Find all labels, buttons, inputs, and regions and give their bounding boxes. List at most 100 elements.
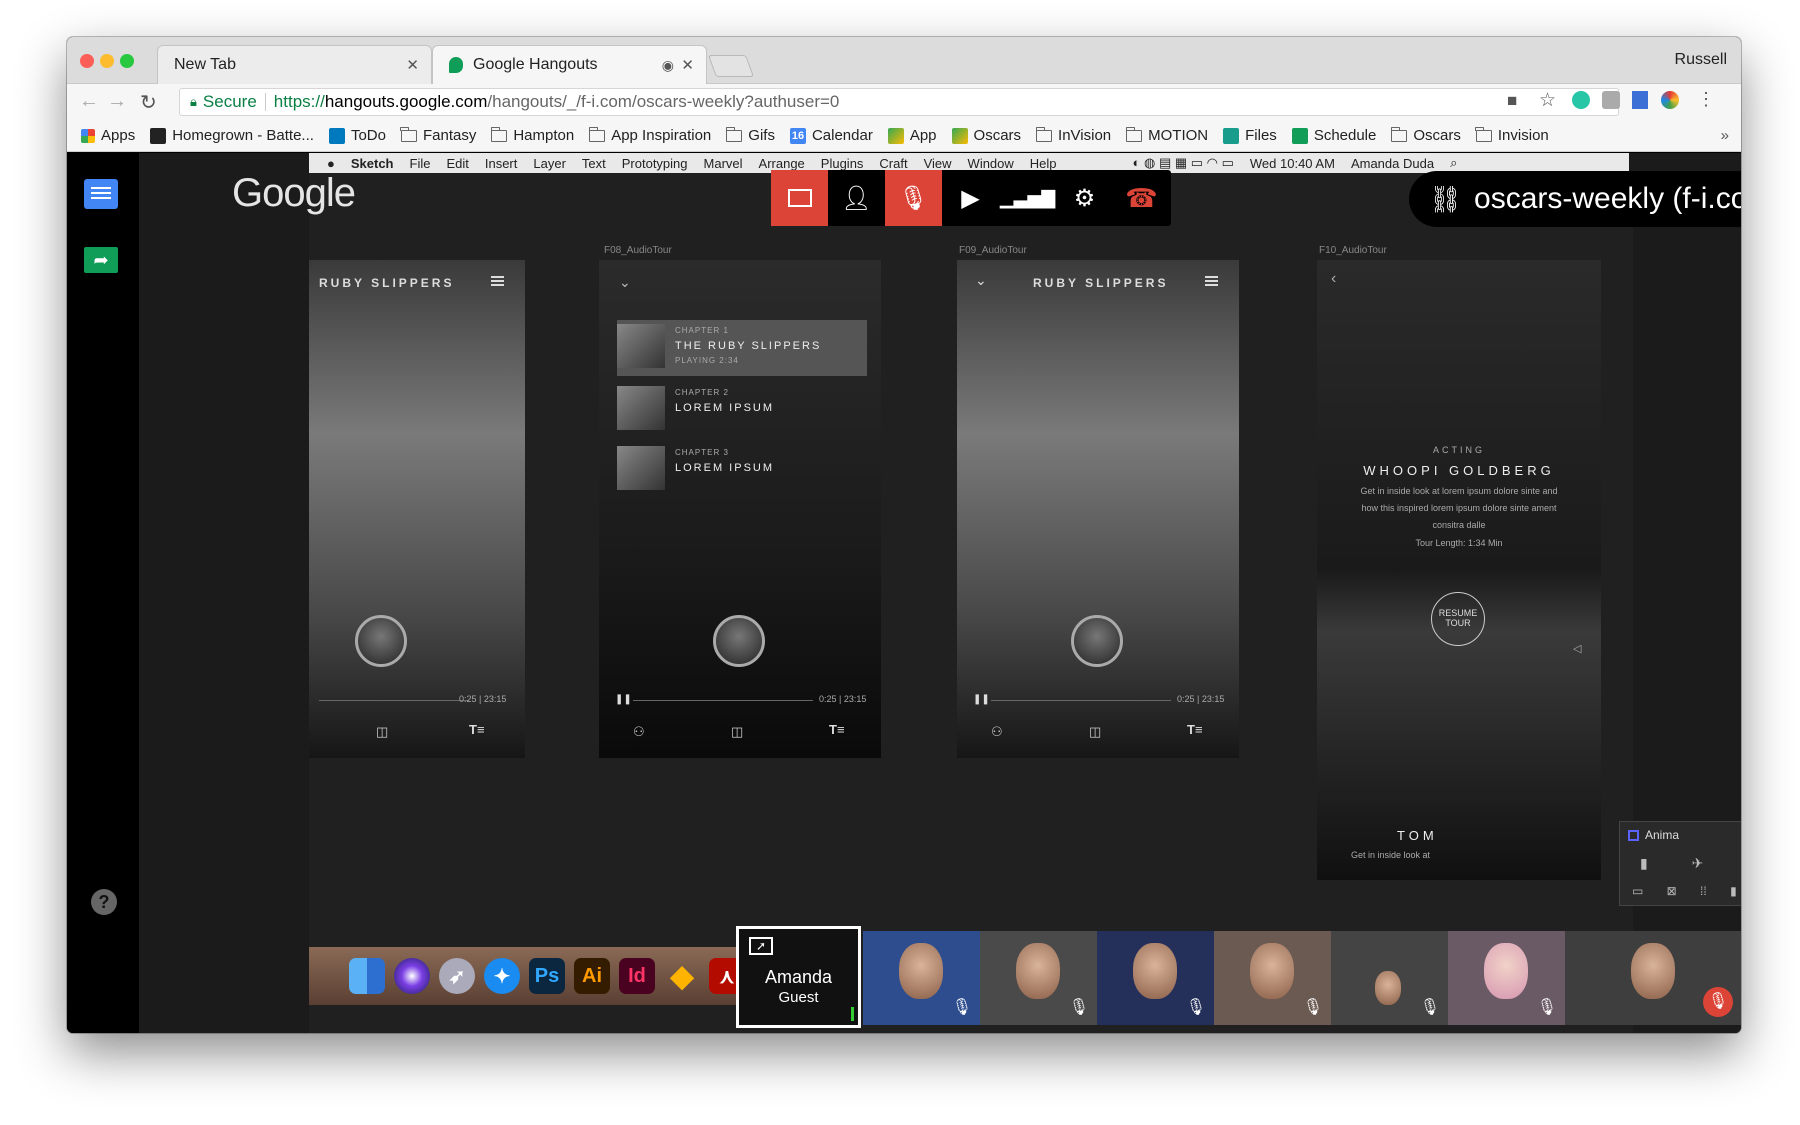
color-picker-extension-icon[interactable] (1661, 91, 1679, 109)
apps-grid-icon (81, 128, 95, 143)
menu-user: Amanda Duda (1350, 155, 1435, 171)
bookmark-invision[interactable]: InVision (1035, 126, 1111, 144)
bookmark-apps[interactable]: Apps (81, 127, 135, 144)
present-button[interactable] (771, 170, 828, 226)
hang-up-button[interactable]: ☎ (1113, 170, 1170, 226)
bookmark-extension-icon[interactable] (1632, 91, 1648, 109)
bandwidth-button[interactable]: ▁▃▅▇ (999, 170, 1056, 226)
pause-icon: ❚❚ (973, 694, 990, 705)
chevron-down-icon: ⌄ (619, 274, 631, 290)
address-bar[interactable]: 🔒︎ Secure https:// hangouts.google.com /… (179, 88, 1619, 116)
bookmark-fantasy[interactable]: Fantasy (400, 126, 476, 144)
mute-mic-button[interactable]: 🎙︎ (885, 170, 942, 226)
bookmark-motion[interactable]: MOTION (1125, 126, 1208, 144)
self-video-tile[interactable]: ➚ Amanda Guest (736, 926, 861, 1028)
participant-tile[interactable]: 🎙︎ (1448, 931, 1565, 1025)
tab-google-hangouts[interactable]: Google Hangouts ◉ ✕ (432, 45, 707, 84)
mic-off-icon: 🎙︎ (1068, 999, 1089, 1016)
chapter-thumbnail (617, 324, 665, 368)
minimize-window-button[interactable] (100, 54, 114, 68)
profile-name[interactable]: Russell (1675, 51, 1727, 69)
text-size-icon: T≡ (469, 722, 485, 737)
new-tab-button[interactable] (707, 55, 755, 77)
extension-m-icon[interactable] (1572, 91, 1590, 109)
camera-icon: ◫ (376, 724, 389, 739)
lock-icon: 🔒︎ (190, 94, 197, 109)
folder-icon (1125, 126, 1143, 142)
add-people-button[interactable]: 👤︎ (828, 170, 885, 226)
photoshop-icon: Ps (529, 958, 565, 994)
menu-clock: Wed 10:40 AM (1249, 155, 1335, 171)
narrator-portrait (355, 615, 407, 667)
bookmark-gifs[interactable]: Gifs (725, 126, 775, 144)
folder-icon (1035, 126, 1053, 142)
anima-header: Anima (1628, 828, 1679, 842)
close-tab-icon[interactable]: ✕ (406, 56, 419, 74)
bookmark-files[interactable]: Files (1223, 127, 1277, 144)
participant-tile[interactable]: 🎙︎ (1214, 931, 1331, 1025)
back-icon[interactable]: ← (79, 90, 99, 113)
help-icon[interactable]: ? (91, 889, 117, 915)
chapter-item-3: CHAPTER 3 LOREM IPSUM (617, 442, 867, 498)
actor-desc-1: Get in inside look at lorem ipsum dolore… (1360, 486, 1558, 496)
sketch-icon: ◆ (670, 959, 694, 993)
menu-kebab-icon[interactable]: ⋮ (1697, 89, 1715, 110)
extension-icon[interactable] (1602, 91, 1620, 109)
apple-icon: ● (327, 155, 335, 171)
url-path: /hangouts/_/f-i.com/oscars-weekly?authus… (487, 92, 840, 111)
forward-icon[interactable]: → (107, 90, 127, 113)
screenshare-icon[interactable]: ➦ (84, 247, 118, 273)
bookmark-star-icon[interactable]: ☆ (1539, 89, 1556, 112)
camera-indicator-icon[interactable]: ■ (1507, 91, 1517, 111)
present-icon (787, 189, 812, 207)
bookmark-app[interactable]: App (887, 127, 937, 144)
close-window-button[interactable] (80, 54, 94, 68)
artboard-label: F09_AudioTour (959, 245, 1027, 256)
bookmark-calendar[interactable]: 16 Calendar (789, 127, 873, 144)
close-tab-icon[interactable]: ✕ (681, 56, 694, 74)
bookmark-invision-folder[interactable]: Invision (1475, 126, 1549, 144)
files-icon (1223, 127, 1240, 144)
bookmark-oscars-drive[interactable]: Oscars (951, 127, 1021, 144)
participant-tile[interactable]: 🎙︎ (1097, 931, 1214, 1025)
mic-off-icon: 🎙︎ (1703, 987, 1733, 1017)
participant-tile[interactable]: 🎙︎ (1565, 931, 1741, 1025)
participant-strip: 🎙︎ 🎙︎ 🎙︎ 🎙︎ 🎙︎ 🎙︎ 🎙︎ (863, 931, 1741, 1025)
participant-tile[interactable]: 🎙︎ (863, 931, 980, 1025)
time-readout: 0:25 | 23:15 (1177, 694, 1225, 704)
camera-toggle-button[interactable]: ▶︎ (942, 170, 999, 226)
bookmark-app-inspiration[interactable]: App Inspiration (588, 126, 711, 144)
bookmark-todo[interactable]: ToDo (328, 127, 386, 144)
meeting-link-pill[interactable]: ⛓ oscars-weekly (f-i.com) (1409, 171, 1741, 227)
browser-window: New Tab ✕ Google Hangouts ◉ ✕ Russell ← … (67, 37, 1741, 1033)
mic-off-icon: 🎙︎ (898, 184, 929, 212)
menu-insert: Insert (484, 155, 518, 171)
menu-edit: Edit (446, 155, 469, 171)
menu-arrange: Arrange (758, 155, 805, 171)
finder-icon (349, 958, 385, 994)
settings-button[interactable]: ⚙ (1056, 170, 1113, 226)
anima-logo-icon (1628, 829, 1639, 841)
folder-icon (400, 126, 417, 142)
call-controls: 👤︎ 🎙︎ ▶︎ ▁▃▅▇ ⚙ ☎ (771, 170, 1171, 226)
chat-icon[interactable] (84, 179, 118, 209)
zoom-window-button[interactable] (120, 54, 134, 68)
trello-icon (328, 127, 345, 144)
bookmark-schedule[interactable]: Schedule (1291, 127, 1376, 144)
anima-tool-icons: ▭ ⊠ ⁞⁞ ▮ ▯ (1632, 884, 1741, 898)
text-size-icon: T≡ (1187, 722, 1203, 737)
progress-track (319, 700, 469, 701)
second-actor-name: TOM (1397, 828, 1438, 843)
bookmarks-overflow[interactable]: » (1721, 127, 1729, 144)
reload-icon[interactable]: ↻ (140, 90, 157, 115)
tab-new-tab[interactable]: New Tab ✕ (157, 45, 432, 84)
artboard-label: F08_AudioTour (604, 245, 672, 256)
bookmark-hampton[interactable]: Hampton (490, 126, 574, 144)
bookmark-oscars-folder[interactable]: Oscars (1390, 126, 1461, 144)
actor-name: WHOOPI GOLDBERG (1363, 463, 1555, 478)
bookmark-homegrown[interactable]: Homegrown - Batte... (150, 127, 314, 144)
participant-tile[interactable]: 🎙︎ (1331, 931, 1448, 1025)
participant-tile[interactable]: 🎙︎ (980, 931, 1097, 1025)
artboard-chapters: ⌄ CHAPTER 1 THE RUBY SLIPPERS PLAYING 2:… (599, 260, 881, 758)
url-host: hangouts.google.com (324, 92, 488, 111)
